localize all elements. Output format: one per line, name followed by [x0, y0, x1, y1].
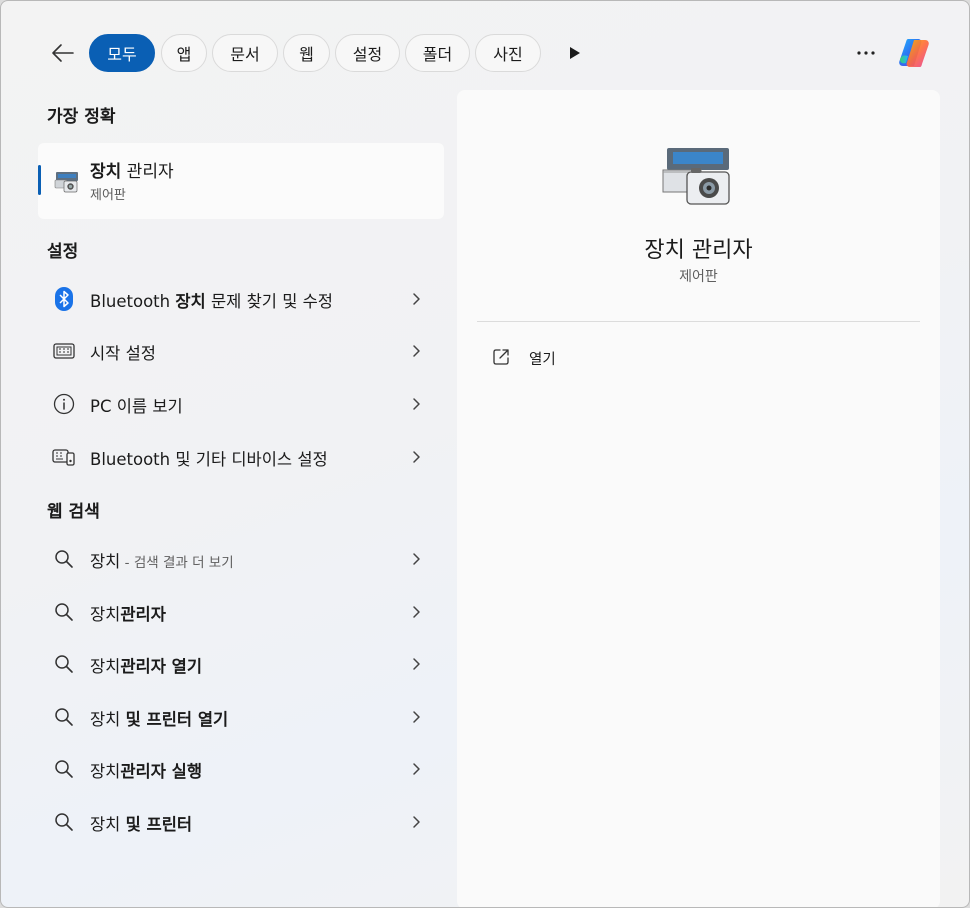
- web-result-label: 장치 및 프린터: [90, 811, 192, 835]
- preview-divider: [477, 321, 920, 322]
- label-part: 장치: [90, 710, 126, 729]
- label-dim: - 검색 결과 더 보기: [120, 555, 234, 571]
- preview-title: 장치 관리자: [644, 238, 753, 263]
- web-result-item[interactable]: 장치관리자 실행: [38, 746, 444, 792]
- chevron-right-icon: [413, 451, 420, 463]
- settings-item-label: PC 이름 보기: [90, 393, 183, 417]
- devices-icon: [52, 449, 75, 466]
- keyboard-icon: [53, 343, 75, 359]
- settings-item-bluetooth-troubleshoot[interactable]: Bluetooth 장치 문제 찾기 및 수정: [38, 276, 444, 322]
- open-action-label: 열기: [529, 352, 556, 368]
- web-result-item[interactable]: 장치 및 프린터 열기: [38, 694, 444, 740]
- label-bold: 관리자: [120, 605, 166, 624]
- search-filter-bar: 모두 앱 문서 웹 설정 폴더 사진: [1, 1, 969, 91]
- play-icon: [570, 47, 580, 59]
- chevron-right-icon: [413, 606, 420, 618]
- preview-panel: 장치 관리자 제어판 열기: [457, 90, 940, 907]
- chevron-right-icon: [413, 658, 420, 670]
- label-bold: 관리자 열기: [120, 657, 203, 676]
- settings-item-bluetooth-devices[interactable]: Bluetooth 및 기타 디바이스 설정: [38, 434, 444, 480]
- chevron-right-icon: [413, 816, 420, 828]
- tab-apps[interactable]: 앱: [161, 34, 207, 72]
- settings-item-label: Bluetooth 및 기타 디바이스 설정: [90, 446, 328, 470]
- info-icon: [53, 393, 75, 415]
- copilot-icon: [899, 39, 929, 67]
- best-match-title-bold: 장치: [90, 162, 122, 182]
- label-part: PC 이름 보기: [90, 397, 183, 416]
- settings-item-startup[interactable]: 시작 설정: [38, 328, 444, 374]
- tab-web[interactable]: 웹: [283, 34, 330, 72]
- chevron-right-icon: [413, 763, 420, 775]
- web-result-label: 장치관리자 열기: [90, 653, 202, 677]
- tab-all[interactable]: 모두: [89, 34, 155, 72]
- label-part: 시작 설정: [90, 344, 156, 363]
- ellipsis-icon: [857, 51, 875, 55]
- label-part: 장치: [90, 657, 121, 676]
- chevron-right-icon: [413, 293, 420, 305]
- arrow-left-icon: [52, 44, 74, 62]
- section-best-match-title: 가장 정확: [47, 107, 116, 127]
- tab-folders[interactable]: 폴더: [405, 34, 470, 72]
- label-part: 장치: [90, 762, 121, 781]
- web-result-label: 장치 및 프린터 열기: [90, 706, 228, 730]
- search-icon: [55, 603, 73, 621]
- settings-item-pc-name[interactable]: PC 이름 보기: [38, 381, 444, 427]
- chevron-right-icon: [413, 553, 420, 565]
- web-result-item[interactable]: 장치 - 검색 결과 더 보기: [38, 536, 444, 582]
- chevron-right-icon: [413, 398, 420, 410]
- best-match-device-manager[interactable]: 장치 관리자 제어판: [38, 143, 444, 219]
- web-result-label: 장치 - 검색 결과 더 보기: [90, 548, 234, 572]
- web-result-item[interactable]: 장치관리자 열기: [38, 641, 444, 687]
- selection-indicator: [38, 165, 41, 195]
- bluetooth-icon: [55, 287, 73, 311]
- open-action-button[interactable]: 열기: [477, 340, 677, 376]
- search-icon: [55, 708, 73, 726]
- settings-item-label: Bluetooth 장치 문제 찾기 및 수정: [90, 288, 333, 312]
- label-part: 장치: [90, 552, 121, 571]
- search-icon: [55, 813, 73, 831]
- search-window: 모두 앱 문서 웹 설정 폴더 사진 가장 정확 장치 관리자 제어판 설정 B…: [0, 0, 970, 908]
- label-bold: 관리자 실행: [120, 762, 203, 781]
- label-part: Bluetooth: [90, 292, 176, 311]
- tab-settings[interactable]: 설정: [335, 34, 400, 72]
- web-result-label: 장치관리자 실행: [90, 758, 202, 782]
- open-external-icon: [493, 349, 509, 365]
- label-part: 장치: [90, 605, 121, 624]
- search-icon: [55, 655, 73, 673]
- settings-item-label: 시작 설정: [90, 340, 156, 364]
- web-result-item[interactable]: 장치관리자: [38, 589, 444, 635]
- web-result-label: 장치관리자: [90, 601, 166, 625]
- best-match-title-rest: 관리자: [121, 162, 174, 182]
- chevron-right-icon: [413, 711, 420, 723]
- search-icon: [55, 760, 73, 778]
- best-match-title: 장치 관리자: [90, 157, 174, 182]
- label-bold: 장치: [175, 292, 206, 311]
- web-result-item[interactable]: 장치 및 프린터: [38, 799, 444, 845]
- label-bold: 및 프린터 열기: [125, 710, 229, 729]
- search-icon: [55, 550, 73, 568]
- label-part: 장치: [90, 815, 126, 834]
- tab-photos[interactable]: 사진: [475, 34, 541, 72]
- section-web-search-title: 웹 검색: [47, 502, 100, 522]
- label-part: 문제 찾기 및 수정: [205, 292, 333, 311]
- device-manager-icon: [662, 148, 730, 205]
- preview-subtitle: 제어판: [679, 269, 718, 285]
- section-settings-title: 설정: [47, 242, 79, 262]
- more-options-button[interactable]: [849, 39, 883, 67]
- chevron-right-icon: [413, 345, 420, 357]
- copilot-button[interactable]: [894, 33, 934, 73]
- device-manager-icon: [54, 172, 78, 193]
- label-bold: 및 프린터: [125, 815, 193, 834]
- more-tabs-button[interactable]: [561, 41, 589, 65]
- label-part: Bluetooth 및 기타 디바이스 설정: [90, 450, 328, 469]
- back-button[interactable]: [45, 35, 81, 71]
- best-match-subtitle: 제어판: [90, 188, 126, 203]
- tab-documents[interactable]: 문서: [212, 34, 278, 72]
